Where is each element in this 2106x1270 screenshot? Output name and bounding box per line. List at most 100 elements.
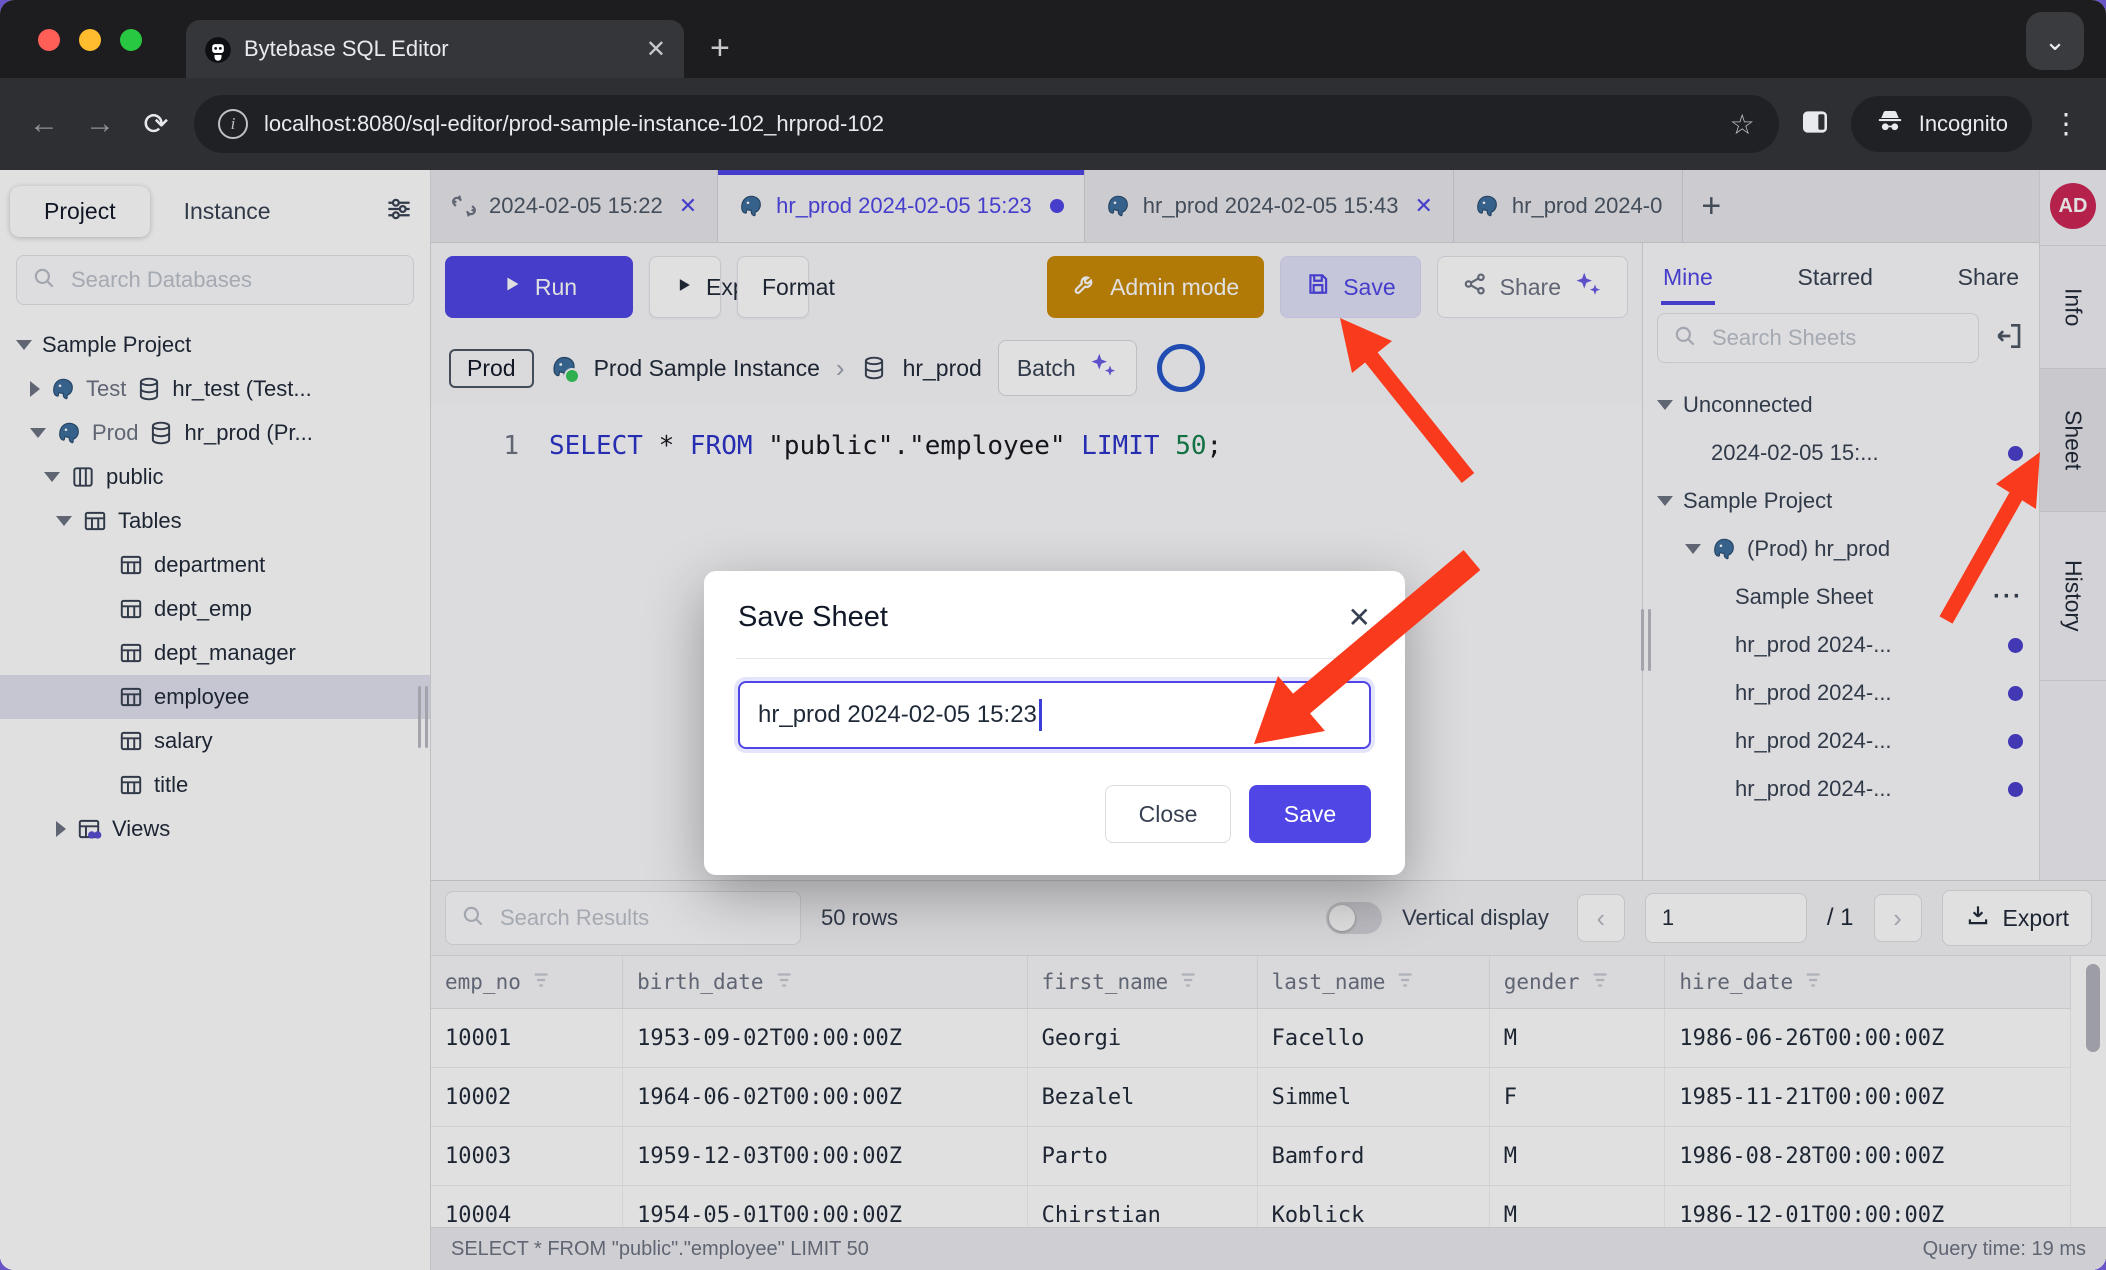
- save-sheet-toolbar-button[interactable]: Save: [1280, 256, 1420, 318]
- side-panel-icon[interactable]: [1799, 106, 1831, 143]
- caret-down-icon[interactable]: [44, 472, 60, 482]
- tree-item[interactable]: Prodhr_prod (Pr...: [0, 411, 430, 455]
- sheet-item[interactable]: 2024-02-05 15:...: [1643, 429, 2039, 477]
- collapse-panel-icon[interactable]: [1993, 320, 2025, 357]
- sidebar-resize-handle[interactable]: [418, 686, 428, 748]
- run-button[interactable]: Run: [445, 256, 633, 318]
- format-button[interactable]: Format: [737, 256, 809, 318]
- browser-tab[interactable]: Bytebase SQL Editor ✕: [186, 20, 684, 78]
- tree-item[interactable]: Testhr_test (Test...: [0, 367, 430, 411]
- sort-icon[interactable]: [1803, 969, 1825, 996]
- sort-icon[interactable]: [1395, 969, 1417, 996]
- assistant-circle-icon[interactable]: [1157, 344, 1205, 392]
- caret-down-icon[interactable]: [30, 428, 46, 438]
- tree-item[interactable]: department: [0, 543, 430, 587]
- results-search[interactable]: [445, 891, 801, 945]
- sort-icon[interactable]: [774, 969, 796, 996]
- tab-close-icon[interactable]: ✕: [646, 35, 666, 64]
- caret-down-icon[interactable]: [56, 516, 72, 526]
- tab-close-icon[interactable]: ✕: [679, 193, 697, 219]
- sheet-item[interactable]: Unconnected: [1643, 381, 2039, 429]
- tab-instance[interactable]: Instance: [150, 186, 305, 237]
- sort-icon[interactable]: [1178, 969, 1200, 996]
- batch-button[interactable]: Batch: [998, 340, 1137, 396]
- address-bar[interactable]: i localhost:8080/sql-editor/prod-sample-…: [194, 95, 1779, 153]
- sheet-tab-share[interactable]: Share: [1956, 254, 2021, 305]
- avatar[interactable]: AD: [2050, 183, 2096, 229]
- export-button[interactable]: Export: [1942, 890, 2092, 946]
- sheet-item[interactable]: hr_prod 2024-...: [1643, 765, 2039, 813]
- back-icon[interactable]: ←: [26, 107, 62, 141]
- column-header[interactable]: birth_date: [623, 956, 1028, 1009]
- tree-item[interactable]: public: [0, 455, 430, 499]
- dialog-close-icon[interactable]: ✕: [1348, 601, 1371, 634]
- forward-icon[interactable]: →: [82, 107, 118, 141]
- tree-item[interactable]: dept_emp: [0, 587, 430, 631]
- table-scrollbar[interactable]: [2086, 964, 2100, 1052]
- tree-item[interactable]: title: [0, 763, 430, 807]
- tree-item[interactable]: salary: [0, 719, 430, 763]
- sheet-item[interactable]: Sample Sheet···: [1643, 573, 2039, 621]
- caret-down-icon[interactable]: [1657, 400, 1673, 410]
- caret-down-icon[interactable]: [16, 340, 32, 350]
- dialog-save-button[interactable]: Save: [1249, 785, 1371, 843]
- next-page-button[interactable]: ›: [1874, 894, 1922, 942]
- caret-right-icon[interactable]: [56, 821, 66, 837]
- editor-tab[interactable]: hr_prod 2024-02-05 15:43✕: [1085, 170, 1454, 242]
- new-sheet-tab-button[interactable]: +: [1683, 170, 1739, 242]
- vertical-display-toggle[interactable]: [1326, 902, 1382, 934]
- tree-item[interactable]: Tables: [0, 499, 430, 543]
- results-search-input[interactable]: [498, 904, 786, 932]
- tab-close-icon[interactable]: ✕: [1414, 193, 1432, 219]
- site-info-icon[interactable]: i: [218, 109, 248, 139]
- explain-button[interactable]: Explain: [649, 256, 721, 318]
- panel-resize-handle[interactable]: [1641, 609, 1651, 671]
- column-header[interactable]: last_name: [1257, 956, 1489, 1009]
- database-name[interactable]: hr_prod: [903, 355, 982, 382]
- table-row[interactable]: 100031959-12-03T00:00:00ZPartoBamfordM19…: [431, 1127, 2071, 1186]
- admin-mode-button[interactable]: Admin mode: [1047, 256, 1264, 318]
- sheet-item[interactable]: hr_prod 2024-...: [1643, 717, 2039, 765]
- caret-right-icon[interactable]: [30, 381, 40, 397]
- item-menu-icon[interactable]: ···: [1993, 583, 2023, 611]
- sheet-item[interactable]: (Prod) hr_prod: [1643, 525, 2039, 573]
- chrome-menu-icon[interactable]: ⋮: [2052, 117, 2080, 131]
- tab-project[interactable]: Project: [10, 186, 150, 237]
- instance-name[interactable]: Prod Sample Instance: [594, 355, 820, 382]
- editor-tab[interactable]: hr_prod 2024-02-05 15:23: [718, 170, 1085, 242]
- sheet-search[interactable]: [1657, 313, 1979, 363]
- sheet-name-input[interactable]: hr_prod 2024-02-05 15:23: [738, 681, 1371, 749]
- tab-search-button[interactable]: ⌄: [2026, 12, 2084, 70]
- side-tab-info[interactable]: Info: [2040, 245, 2106, 369]
- filter-sliders-icon[interactable]: [384, 194, 414, 229]
- sheet-item[interactable]: hr_prod 2024-...: [1643, 669, 2039, 717]
- reload-icon[interactable]: ⟳: [138, 107, 174, 142]
- editor-tab[interactable]: hr_prod 2024-0: [1454, 170, 1683, 242]
- dialog-close-button[interactable]: Close: [1105, 785, 1231, 843]
- table-row[interactable]: 100021964-06-02T00:00:00ZBezalelSimmelF1…: [431, 1068, 2071, 1127]
- bookmark-star-icon[interactable]: ☆: [1730, 108, 1755, 141]
- table-row[interactable]: 100041954-05-01T00:00:00ZChirstianKoblic…: [431, 1186, 2071, 1228]
- column-header[interactable]: first_name: [1027, 956, 1257, 1009]
- database-search-input[interactable]: [69, 266, 399, 294]
- prev-page-button[interactable]: ‹: [1577, 894, 1625, 942]
- side-tab-history[interactable]: History: [2040, 512, 2106, 681]
- editor-tab[interactable]: 2024-02-05 15:22✕: [431, 170, 718, 242]
- database-search[interactable]: [16, 255, 414, 305]
- page-input[interactable]: [1645, 893, 1807, 943]
- minimize-window-button[interactable]: [79, 29, 101, 51]
- sort-icon[interactable]: [1590, 969, 1612, 996]
- column-header[interactable]: gender: [1489, 956, 1665, 1009]
- close-window-button[interactable]: [38, 29, 60, 51]
- caret-down-icon[interactable]: [1657, 496, 1673, 506]
- caret-down-icon[interactable]: [1685, 544, 1701, 554]
- side-tab-sheet[interactable]: Sheet: [2040, 369, 2106, 512]
- sheet-tab-starred[interactable]: Starred: [1796, 254, 1875, 305]
- share-button[interactable]: Share: [1437, 256, 1628, 318]
- table-row[interactable]: 100011953-09-02T00:00:00ZGeorgiFacelloM1…: [431, 1009, 2071, 1068]
- tree-item[interactable]: Sample Project: [0, 323, 430, 367]
- column-header[interactable]: hire_date: [1665, 956, 2071, 1009]
- new-tab-button[interactable]: +: [710, 29, 730, 68]
- sheet-item[interactable]: Sample Project: [1643, 477, 2039, 525]
- column-header[interactable]: emp_no: [431, 956, 623, 1009]
